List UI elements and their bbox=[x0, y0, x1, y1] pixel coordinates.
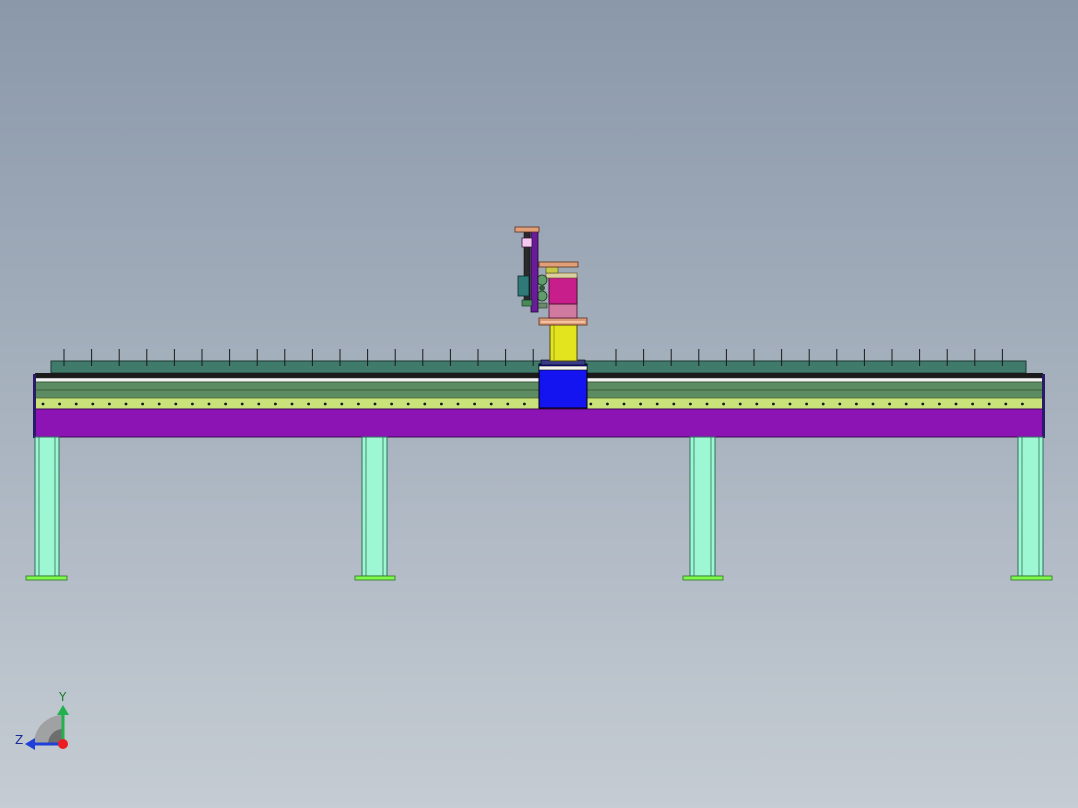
beam-bolt bbox=[838, 402, 842, 406]
beam-bolt bbox=[987, 402, 991, 406]
z-axis-arrowhead bbox=[25, 738, 35, 750]
support-leg-4 bbox=[1010, 436, 1053, 581]
beam-bolt bbox=[174, 402, 178, 406]
support-leg-1 bbox=[25, 436, 68, 581]
beam-bolt bbox=[672, 402, 676, 406]
support-leg-2 bbox=[354, 436, 396, 581]
beam-bolt bbox=[274, 402, 277, 406]
beam-bolt bbox=[523, 402, 526, 406]
beam-bolt bbox=[689, 402, 692, 406]
beam-bolt bbox=[489, 402, 493, 406]
vertical-arm[interactable] bbox=[514, 226, 540, 313]
beam-bolt bbox=[373, 402, 377, 406]
beam-bolt bbox=[124, 402, 128, 406]
beam-bolt bbox=[390, 402, 393, 406]
beam-right-endplate bbox=[1042, 374, 1045, 438]
vertical-column bbox=[538, 317, 588, 362]
beam-bolt bbox=[871, 402, 875, 406]
beam-bolt bbox=[323, 402, 327, 406]
beam-bolt bbox=[340, 402, 344, 406]
beam-bolt bbox=[473, 402, 476, 406]
y-axis-label: Y bbox=[58, 690, 67, 704]
x-axis-dot bbox=[58, 739, 68, 749]
beam-bolt bbox=[589, 402, 593, 406]
beam-bolt bbox=[1021, 402, 1024, 406]
view-orientation-triad[interactable]: Y Z bbox=[15, 690, 69, 750]
beam-bolt bbox=[191, 402, 194, 406]
z-axis-label: Z bbox=[15, 733, 23, 747]
beam-bolt bbox=[1004, 402, 1008, 406]
beam-bolt bbox=[141, 402, 145, 406]
beam-bolt bbox=[855, 402, 858, 406]
beam-bolt bbox=[224, 402, 228, 406]
beam-bolt bbox=[91, 402, 95, 406]
beam-bolt bbox=[722, 402, 725, 406]
beam-bolt bbox=[108, 402, 111, 406]
beam-bolt bbox=[74, 402, 78, 406]
beam-bolt bbox=[821, 402, 825, 406]
beam-bolt bbox=[58, 402, 61, 406]
beam-bolt bbox=[921, 402, 925, 406]
gear-cluster bbox=[536, 274, 548, 309]
beam-bolt bbox=[705, 402, 709, 406]
beam-bolt bbox=[440, 402, 443, 406]
beam-bolt bbox=[257, 402, 261, 406]
beam-bolt bbox=[456, 402, 460, 406]
beam-bolt bbox=[772, 402, 775, 406]
beam-bolt bbox=[888, 402, 891, 406]
beam-bolt bbox=[157, 402, 161, 406]
beam-bolt bbox=[240, 402, 244, 406]
cad-graphics-viewport[interactable]: Y Z bbox=[0, 0, 1078, 808]
beam-bolt bbox=[938, 402, 941, 406]
beam-bolt bbox=[606, 402, 609, 406]
motor-housing bbox=[538, 261, 579, 319]
beam-bolt bbox=[406, 402, 410, 406]
beam-bolt bbox=[423, 402, 427, 406]
beam-bolt bbox=[41, 402, 45, 406]
beam-bolt bbox=[738, 402, 742, 406]
y-axis-arrowhead bbox=[57, 705, 69, 715]
beam-bolt bbox=[506, 402, 510, 406]
beam-bolt bbox=[805, 402, 808, 406]
beam-bolt bbox=[904, 402, 908, 406]
beam-bolt bbox=[788, 402, 792, 406]
gantry-carriage[interactable] bbox=[538, 359, 588, 409]
beam-bolt bbox=[622, 402, 626, 406]
beam-bolt bbox=[655, 402, 659, 406]
beam-bolt bbox=[954, 402, 958, 406]
beam-bolt bbox=[755, 402, 759, 406]
assembly-model[interactable]: Y Z bbox=[0, 0, 1078, 808]
beam-left-endplate bbox=[33, 374, 36, 438]
beam-bolt bbox=[639, 402, 642, 406]
beam-bolt bbox=[357, 402, 360, 406]
support-leg-3 bbox=[682, 436, 724, 581]
beam-bolt bbox=[207, 402, 211, 406]
beam-bolt bbox=[290, 402, 294, 406]
beam-bolt bbox=[307, 402, 310, 406]
beam-purple-frame bbox=[34, 408, 1044, 438]
beam-bolt bbox=[971, 402, 974, 406]
